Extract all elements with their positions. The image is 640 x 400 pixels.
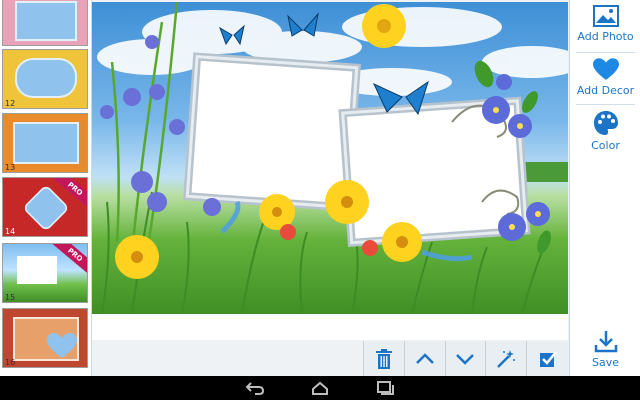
add-decor-label: Add Decor xyxy=(576,84,635,97)
photo-slot-left xyxy=(183,52,361,212)
frame-thumbnail-number: 12 xyxy=(5,99,16,108)
recent-apps-button[interactable] xyxy=(375,380,395,396)
bring-forward-button[interactable] xyxy=(405,341,446,376)
add-photo-label: Add Photo xyxy=(577,30,634,43)
frame-thumbnail-number: 16 xyxy=(5,358,16,367)
heart-shape-icon xyxy=(47,333,77,358)
right-action-panel: Add Photo Add Decor Color Save xyxy=(569,0,640,376)
palette-icon xyxy=(593,111,618,135)
color-label: Color xyxy=(591,139,620,152)
send-backward-button[interactable] xyxy=(446,341,487,376)
add-photo-button[interactable]: Add Photo xyxy=(570,0,640,52)
frame-thumbnail-13[interactable]: 13 xyxy=(2,113,88,173)
home-icon xyxy=(312,381,328,395)
done-button[interactable] xyxy=(527,341,568,376)
home-button[interactable] xyxy=(310,380,330,396)
add-decor-button[interactable]: Add Decor xyxy=(570,53,640,105)
color-button[interactable]: Color xyxy=(570,105,640,157)
frame-thumbnail-15[interactable]: 15 PRO xyxy=(2,243,88,303)
magic-wand-icon xyxy=(497,349,516,368)
back-button[interactable] xyxy=(245,380,265,396)
frame-thumbnail-16[interactable]: 16 xyxy=(2,308,88,368)
image-icon xyxy=(592,5,619,27)
heart-icon xyxy=(592,58,619,80)
delete-button[interactable] xyxy=(364,341,405,376)
chevron-down-icon xyxy=(456,353,475,365)
edit-toolbar xyxy=(363,341,568,376)
frame-thumbnail-list[interactable]: 12 13 14 PRO 15 PRO 16 xyxy=(0,0,92,376)
save-button[interactable]: Save xyxy=(570,324,640,376)
canvas-bottom-area xyxy=(92,314,568,340)
recent-apps-icon xyxy=(377,381,394,395)
frame-thumbnail-14[interactable]: 14 PRO xyxy=(2,177,88,237)
trash-icon xyxy=(375,348,392,369)
frame-thumbnail-number: 14 xyxy=(5,227,16,236)
frame-thumbnail-number: 13 xyxy=(5,163,16,172)
frame-thumbnail-1[interactable] xyxy=(2,0,88,46)
save-label: Save xyxy=(591,356,619,369)
checkbox-icon xyxy=(539,350,557,367)
spring-meadow-frame-artwork xyxy=(97,2,568,314)
system-navigation-bar xyxy=(0,376,640,400)
effects-button[interactable] xyxy=(486,341,528,376)
download-icon xyxy=(594,331,617,353)
back-arrow-icon xyxy=(245,382,265,395)
frame-thumbnail-12[interactable]: 12 xyxy=(2,49,88,109)
chevron-up-icon xyxy=(415,352,434,364)
frame-thumbnail-number: 15 xyxy=(5,293,16,302)
photo-frame-canvas[interactable] xyxy=(92,2,568,314)
